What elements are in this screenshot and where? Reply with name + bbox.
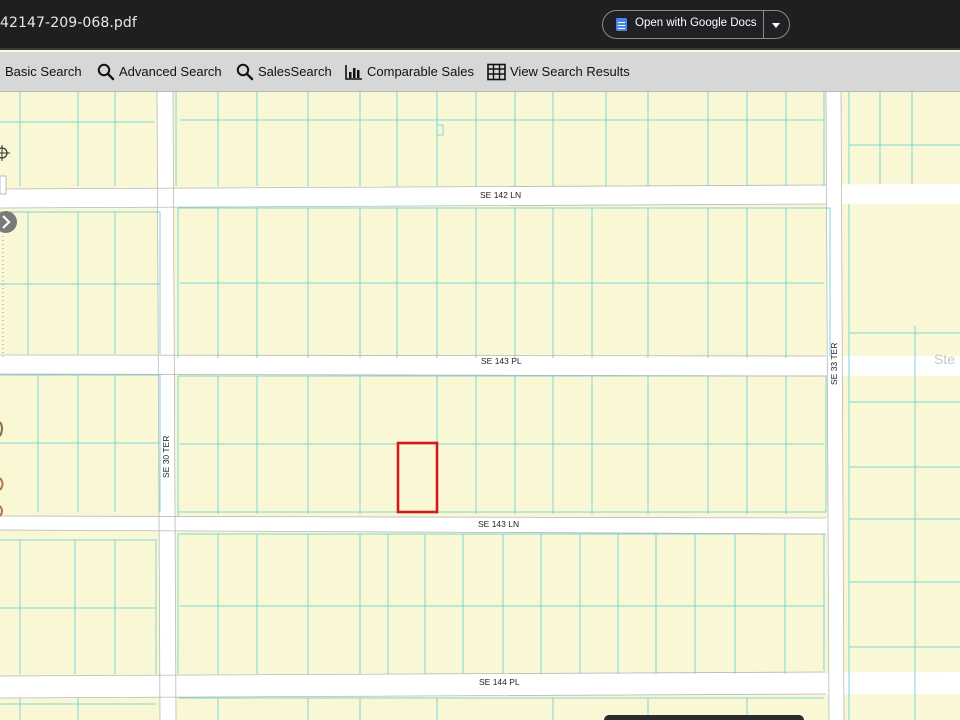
comparable-sales-button[interactable]: Comparable Sales xyxy=(345,52,474,91)
advanced-search-button[interactable]: Advanced Search xyxy=(97,52,222,91)
advanced-search-label: Advanced Search xyxy=(119,64,222,79)
road-se-143-pl xyxy=(0,355,960,376)
road-label-se-143-pl: SE 143 PL xyxy=(481,356,522,366)
basic-search-button[interactable]: Basic Search xyxy=(5,52,82,91)
chevron-down-icon xyxy=(772,23,780,28)
bar-chart-icon xyxy=(345,64,362,80)
pdf-viewer-header: 42147-209-068.pdf Open with Google Docs xyxy=(0,0,960,50)
parcel-map-canvas[interactable]: SE 142 LN SE 143 PL SE 143 LN SE 144 PL … xyxy=(0,92,960,720)
open-with-google-docs-button[interactable]: Open with Google Docs xyxy=(603,11,763,38)
parcel-map[interactable]: SE 142 LN SE 143 PL SE 143 LN SE 144 PL … xyxy=(0,92,960,720)
road-label-se-144-pl: SE 144 PL xyxy=(479,677,520,687)
search-icon xyxy=(97,63,115,80)
comparable-sales-label: Comparable Sales xyxy=(367,64,474,79)
map-control-tab[interactable] xyxy=(0,175,7,195)
search-toolbar: Basic Search Advanced Search SalesSearch… xyxy=(0,52,960,92)
road-label-se-142-ln: SE 142 LN xyxy=(480,190,521,200)
road-label-se-30-ter: SE 30 TER xyxy=(161,436,171,478)
map-edge-label: Ste xyxy=(934,351,955,367)
search-icon xyxy=(236,63,254,80)
open-with-google-docs-control: Open with Google Docs xyxy=(602,10,790,39)
file-name: 42147-209-068.pdf xyxy=(0,15,137,31)
view-search-results-button[interactable]: View Search Results xyxy=(487,52,630,91)
road-label-se-143-ln: SE 143 LN xyxy=(478,519,519,529)
basic-search-label: Basic Search xyxy=(5,64,82,79)
view-search-results-label: View Search Results xyxy=(510,64,630,79)
viewer-page-controls[interactable] xyxy=(604,715,804,720)
open-with-google-docs-label: Open with Google Docs xyxy=(635,17,757,29)
sales-search-button[interactable]: SalesSearch xyxy=(236,52,332,91)
table-grid-icon xyxy=(487,63,506,80)
open-with-dropdown-button[interactable] xyxy=(764,11,789,38)
sales-search-label: SalesSearch xyxy=(258,64,332,79)
road-label-se-33-ter: SE 33 TER xyxy=(829,343,839,385)
google-docs-icon xyxy=(616,18,627,31)
